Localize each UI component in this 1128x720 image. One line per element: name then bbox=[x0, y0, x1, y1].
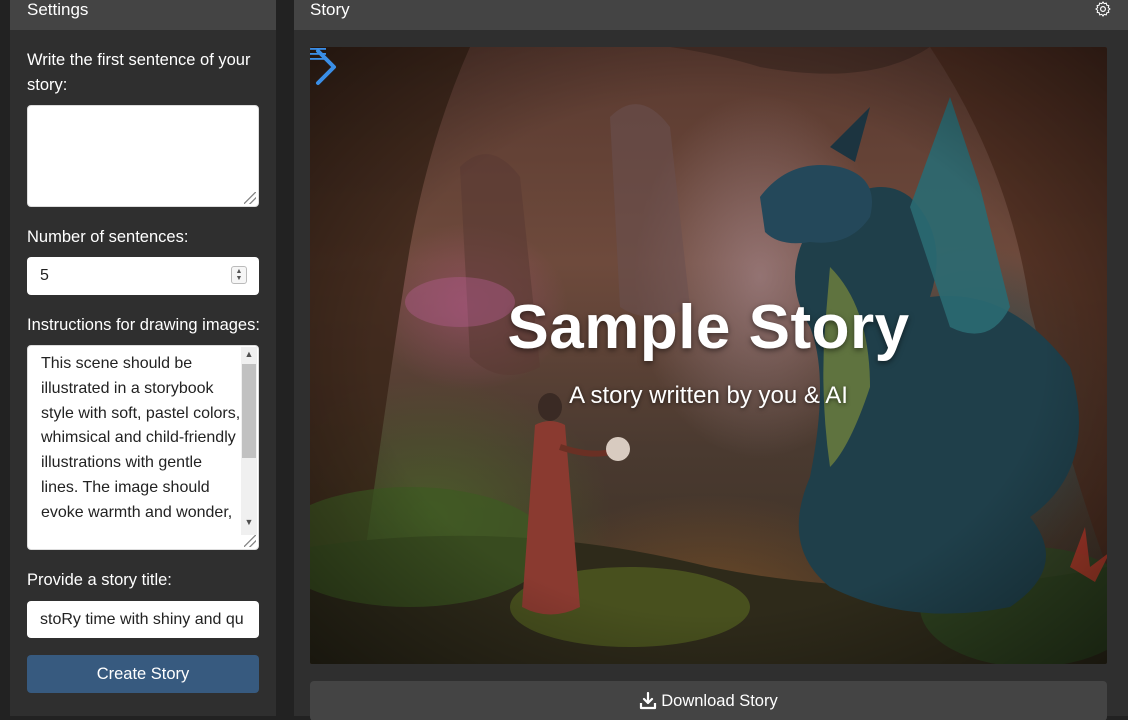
first-sentence-label: Write the first sentence of your story: bbox=[27, 51, 251, 94]
story-cover-slide: Sample Story A story written by you & AI bbox=[310, 47, 1107, 664]
story-panel: Story Sample Story A story written by yo… bbox=[294, 0, 1128, 720]
story-title-label: Provide a story title: bbox=[27, 571, 172, 589]
instructions-textarea[interactable]: This scene should be illustrated in a st… bbox=[27, 345, 259, 550]
settings-header: Settings bbox=[10, 0, 276, 30]
story-title-value: stoRy time with shiny and qu bbox=[40, 610, 244, 628]
instructions-label: Instructions for drawing images: bbox=[27, 316, 260, 334]
instructions-scrollbar[interactable]: ▲ ▼ bbox=[241, 347, 257, 535]
gear-icon[interactable] bbox=[1094, 0, 1112, 18]
num-sentences-input[interactable]: 5 ▲ ▼ bbox=[27, 257, 259, 295]
stepper-up-icon[interactable]: ▲ bbox=[236, 268, 243, 275]
story-header: Story bbox=[294, 0, 1128, 30]
story-title: Sample Story bbox=[507, 293, 910, 362]
download-button-label: Download Story bbox=[661, 691, 778, 710]
settings-title: Settings bbox=[27, 0, 89, 19]
resize-grip-icon[interactable] bbox=[244, 535, 256, 547]
number-stepper[interactable]: ▲ ▼ bbox=[231, 266, 247, 284]
stepper-down-icon[interactable]: ▼ bbox=[236, 275, 243, 282]
first-sentence-textarea[interactable] bbox=[27, 105, 259, 207]
num-sentences-label: Number of sentences: bbox=[27, 228, 189, 246]
settings-sidebar: Settings Write the first sentence of you… bbox=[10, 0, 276, 716]
resize-grip-icon[interactable] bbox=[244, 192, 256, 204]
scroll-down-icon[interactable]: ▼ bbox=[241, 517, 257, 527]
instructions-value: This scene should be illustrated in a st… bbox=[41, 355, 241, 521]
scrollbar-thumb[interactable] bbox=[242, 364, 256, 458]
create-story-button[interactable]: Create Story bbox=[27, 655, 259, 693]
story-app: Settings Write the first sentence of you… bbox=[0, 0, 1128, 720]
hamburger-menu-icon[interactable] bbox=[310, 47, 326, 61]
download-story-button[interactable]: Download Story bbox=[310, 681, 1107, 720]
story-title-input[interactable]: stoRy time with shiny and qu bbox=[27, 601, 259, 638]
num-sentences-value: 5 bbox=[40, 267, 49, 284]
story-subtitle: A story written by you & AI bbox=[569, 382, 848, 409]
download-icon bbox=[640, 692, 657, 710]
scroll-up-icon[interactable]: ▲ bbox=[241, 349, 257, 359]
story-panel-title: Story bbox=[310, 0, 350, 19]
